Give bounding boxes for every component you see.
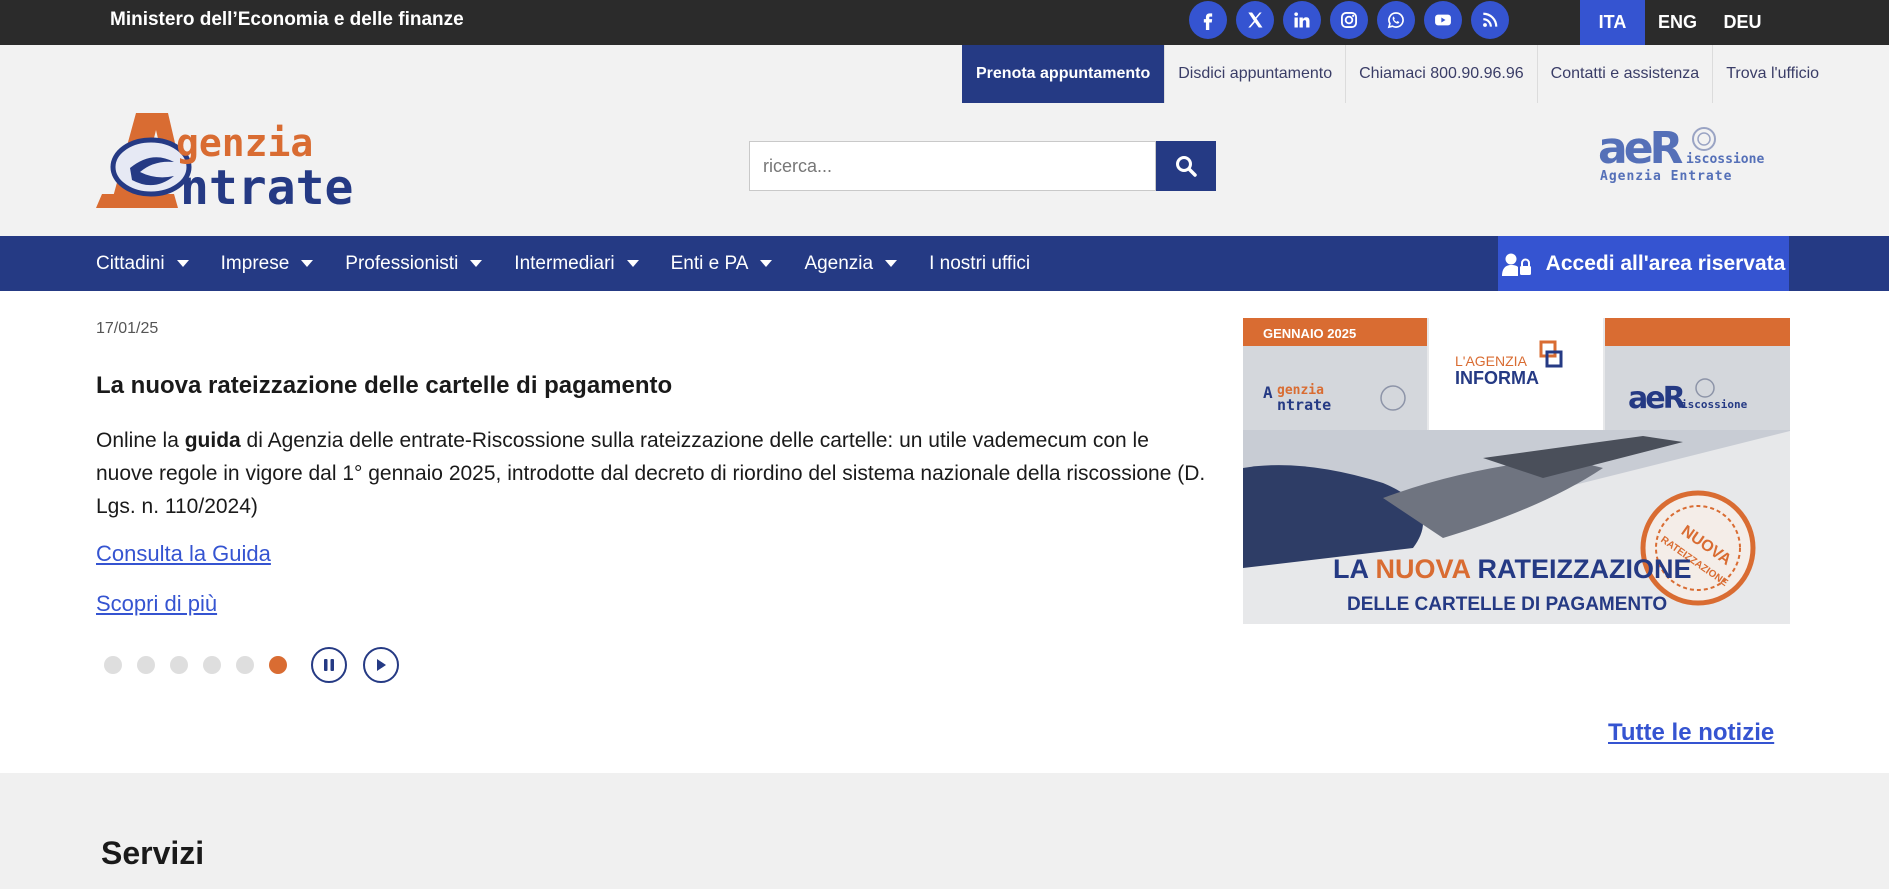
facebook-icon[interactable]: [1189, 1, 1227, 39]
riscossione-wordmark: iscossione: [1686, 152, 1764, 167]
main-navigation: Cittadini Imprese Professionisti Interme…: [0, 236, 1889, 291]
nav-label: Agenzia: [804, 252, 874, 274]
youtube-icon[interactable]: [1424, 1, 1462, 39]
image-subline: DELLE CARTELLE DI PAGAMENTO: [1347, 594, 1667, 615]
search-bar: [749, 141, 1216, 191]
nav-label: Enti e PA: [670, 252, 749, 274]
login-label: Accedi all'area riservata: [1545, 251, 1786, 275]
news-title[interactable]: La nuova rateizzazione delle cartelle di…: [96, 372, 672, 400]
whatsapp-icon[interactable]: [1377, 1, 1415, 39]
svg-text:aeR: aeR: [1598, 123, 1683, 174]
linkedin-icon[interactable]: [1283, 1, 1321, 39]
contacts-link[interactable]: Contatti e assistenza: [1536, 45, 1713, 103]
carousel-dot[interactable]: [137, 656, 155, 674]
nav-intermediari[interactable]: Intermediari: [498, 236, 654, 291]
caret-down-icon: [885, 260, 898, 267]
book-appointment-link[interactable]: Prenota appuntamento: [962, 45, 1165, 103]
svg-text:iscossione: iscossione: [1681, 398, 1748, 411]
carousel-dot[interactable]: [203, 656, 221, 674]
nav-nostri-uffici[interactable]: I nostri uffici: [913, 236, 1046, 291]
logo-line1: genzia: [176, 121, 313, 165]
pause-button[interactable]: [311, 647, 347, 683]
caret-down-icon: [760, 260, 773, 267]
search-icon: [1176, 156, 1197, 177]
image-headline-1: LA: [1333, 554, 1376, 584]
nav-label: Professionisti: [345, 252, 459, 274]
call-us-link[interactable]: Chiamaci 800.90.96.96: [1345, 45, 1537, 103]
caret-down-icon: [301, 260, 314, 267]
rss-icon[interactable]: [1471, 1, 1509, 39]
nav-label: I nostri uffici: [929, 252, 1031, 274]
services-section: Servizi: [0, 773, 1889, 889]
image-informa-1: L'AGENZIA: [1455, 353, 1528, 369]
search-button[interactable]: [1156, 141, 1216, 191]
nav-label: Intermediari: [514, 252, 615, 274]
lang-ita[interactable]: ITA: [1580, 0, 1645, 45]
nav-cittadini[interactable]: Cittadini: [80, 236, 205, 291]
nav-label: Imprese: [220, 252, 290, 274]
ministry-link[interactable]: Ministero dell’Economia e delle finanze: [110, 10, 464, 30]
nav-agenzia[interactable]: Agenzia: [788, 236, 913, 291]
news-image[interactable]: GENNAIO 2025 L'AGENZIA INFORMA A genzia …: [1243, 318, 1790, 624]
lang-eng[interactable]: ENG: [1645, 0, 1710, 45]
social-links: [1189, 1, 1509, 39]
instagram-icon[interactable]: [1330, 1, 1368, 39]
caret-down-icon: [626, 260, 639, 267]
svg-text:LA NUOVA RATEIZZAZIONE: LA NUOVA RATEIZZAZIONE: [1333, 554, 1691, 584]
play-icon: [377, 659, 386, 671]
nav-label: Cittadini: [96, 252, 165, 274]
image-informa-2: INFORMA: [1455, 368, 1539, 388]
nav-enti-pa[interactable]: Enti e PA: [655, 236, 789, 291]
user-lock-icon: [1501, 253, 1531, 276]
carousel-dot[interactable]: [104, 656, 122, 674]
utility-links: Prenota appuntamento Disdici appuntament…: [962, 45, 1832, 103]
news-date: 17/01/25: [96, 320, 159, 337]
nav-imprese[interactable]: Imprese: [205, 236, 330, 291]
svg-text:A: A: [1263, 383, 1273, 402]
carousel-dot[interactable]: [236, 656, 254, 674]
site-header: Prenota appuntamento Disdici appuntament…: [0, 45, 1889, 236]
svg-text:ntrate: ntrate: [1277, 396, 1331, 414]
carousel-dot[interactable]: [269, 656, 287, 674]
find-office-link[interactable]: Trova l'ufficio: [1712, 45, 1832, 103]
news-body: Online la guida di Agenzia delle entrate…: [96, 429, 1206, 518]
scopri-di-piu-link[interactable]: Scopri di più: [96, 591, 217, 617]
language-switcher: ITA ENG DEU: [1580, 0, 1775, 45]
x-icon[interactable]: [1236, 1, 1274, 39]
agenzia-entrate-logo[interactable]: genzia ntrate: [96, 110, 396, 210]
image-month: GENNAIO 2025: [1263, 326, 1356, 341]
play-button[interactable]: [363, 647, 399, 683]
cancel-appointment-link[interactable]: Disdici appuntamento: [1164, 45, 1345, 103]
search-input[interactable]: [749, 141, 1156, 191]
carousel-indicators: [104, 656, 287, 674]
carousel-dot[interactable]: [170, 656, 188, 674]
pause-icon: [324, 659, 334, 671]
riscossione-logo[interactable]: aeR iscossione Agenzia Entrate: [1598, 121, 1768, 185]
caret-down-icon: [470, 260, 483, 267]
riscossione-subtitle: Agenzia Entrate: [1600, 169, 1732, 184]
services-title: Servizi: [101, 835, 205, 871]
svg-text:aeR: aeR: [1628, 381, 1686, 416]
all-news-link[interactable]: Tutte le notizie: [1608, 719, 1774, 747]
lang-deu[interactable]: DEU: [1710, 0, 1775, 45]
consulta-guida-link[interactable]: Consulta la Guida: [96, 541, 271, 567]
caret-down-icon: [176, 260, 189, 267]
image-headline-accent: NUOVA: [1376, 554, 1471, 584]
top-bar: Ministero dell’Economia e delle finanze …: [0, 0, 1889, 45]
login-button[interactable]: Accedi all'area riservata: [1498, 236, 1789, 291]
nav-professionisti[interactable]: Professionisti: [329, 236, 498, 291]
image-headline-2: RATEIZZAZIONE: [1470, 554, 1691, 584]
logo-line2: ntrate: [180, 160, 353, 210]
